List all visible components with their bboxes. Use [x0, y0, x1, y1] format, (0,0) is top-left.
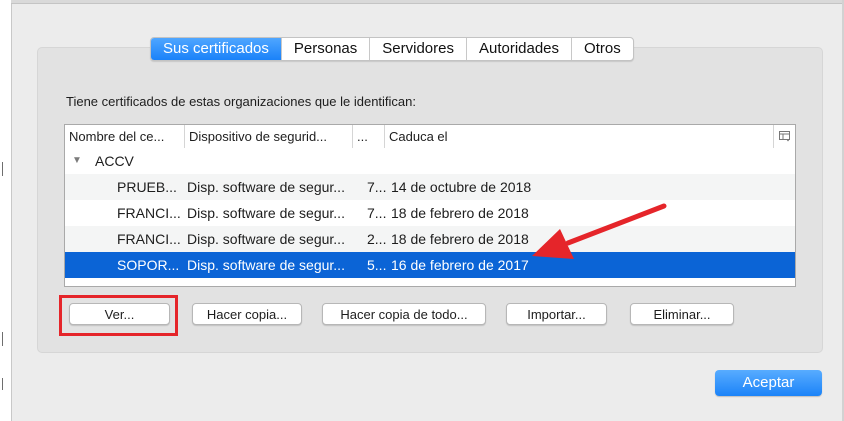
cell-expires: 18 de febrero de 2018 [391, 231, 529, 247]
accept-button[interactable]: Aceptar [715, 370, 822, 396]
cell-expires: 14 de octubre de 2018 [391, 179, 532, 195]
cell-device: Disp. software de segur... [187, 179, 345, 195]
column-header-serial[interactable]: ... [353, 125, 385, 148]
table-row[interactable]: FRANCI... Disp. software de segur... 2..… [65, 226, 795, 252]
column-header-expires[interactable]: Caduca el [385, 125, 773, 148]
tab-people[interactable]: Personas [280, 38, 369, 60]
tab-bar: Sus certificados Personas Servidores Aut… [150, 37, 634, 61]
table-row[interactable]: FRANCI... Disp. software de segur... 7..… [65, 200, 795, 226]
cell-name: FRANCI... [117, 231, 181, 247]
cell-expires: 18 de febrero de 2018 [391, 205, 529, 221]
tab-others[interactable]: Otros [571, 38, 633, 60]
cell-serial: 7... [367, 179, 387, 195]
tab-your-certificates[interactable]: Sus certificados [151, 38, 281, 60]
tab-servers[interactable]: Servidores [369, 38, 466, 60]
column-header-device[interactable]: Dispositivo de segurid... [185, 125, 353, 148]
cell-expires: 16 de febrero de 2017 [391, 257, 529, 273]
window-left-edge [0, 0, 12, 421]
cell-name: FRANCI... [117, 205, 181, 221]
cell-device: Disp. software de segur... [187, 257, 345, 273]
backup-button[interactable]: Hacer copia... [192, 303, 302, 325]
delete-button[interactable]: Eliminar... [630, 303, 734, 325]
cell-serial: 5... [367, 257, 387, 273]
edge-mark [2, 332, 3, 346]
cell-device: Disp. software de segur... [187, 231, 345, 247]
edge-mark [2, 162, 3, 176]
certificates-table: Nombre del ce... Dispositivo de segurid.… [64, 124, 796, 287]
cell-name: SOPOR... [117, 257, 180, 273]
table-row-selected[interactable]: SOPOR... Disp. software de segur... 5...… [65, 252, 795, 278]
columns-icon[interactable] [773, 125, 795, 148]
disclosure-triangle-icon[interactable]: ▼ [72, 148, 82, 174]
cell-serial: 2... [367, 231, 387, 247]
tab-authorities[interactable]: Autoridades [465, 38, 571, 60]
table-row[interactable]: PRUEB... Disp. software de segur... 7...… [65, 174, 795, 200]
edge-mark [2, 378, 3, 390]
group-row-accv[interactable]: ▼ ACCV [65, 148, 795, 174]
group-label: ACCV [95, 153, 134, 169]
column-header-name[interactable]: Nombre del ce... [65, 125, 185, 148]
annotation-highlight-box [59, 295, 178, 336]
backup-all-button[interactable]: Hacer copia de todo... [322, 303, 486, 325]
intro-text: Tiene certificados de estas organizacion… [66, 94, 417, 109]
cell-serial: 7... [367, 205, 387, 221]
window-top-edge [11, 0, 844, 4]
cell-name: PRUEB... [117, 179, 177, 195]
cell-device: Disp. software de segur... [187, 205, 345, 221]
import-button[interactable]: Importar... [506, 303, 607, 325]
table-header: Nombre del ce... Dispositivo de segurid.… [65, 125, 795, 149]
